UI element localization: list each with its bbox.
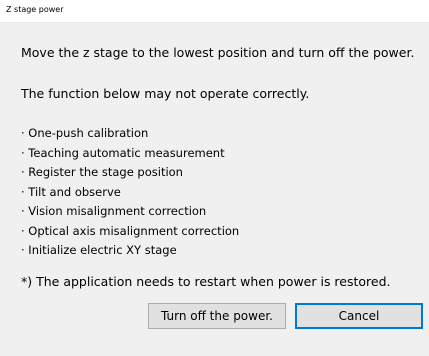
list-item: · Optical axis misalignment correction — [21, 223, 240, 238]
affected-functions-list: · One-push calibration · Teaching automa… — [21, 124, 239, 261]
list-item: · Teaching automatic measurement — [21, 145, 225, 160]
cancel-button[interactable]: Cancel — [295, 303, 423, 329]
list-item: · Tilt and observe — [21, 184, 121, 199]
restart-note: *) The application needs to restart when… — [21, 274, 391, 289]
list-item: · Register the stage position — [21, 165, 183, 179]
list-item: · Initialize electric XY stage — [21, 243, 177, 257]
instruction-message: Move the z stage to the lowest position … — [21, 45, 415, 60]
turn-off-power-button[interactable]: Turn off the power. — [148, 303, 286, 329]
warning-message: The function below may not operate corre… — [21, 86, 310, 101]
list-item: · One-push calibration — [21, 126, 149, 140]
list-item: · Vision misalignment correction — [21, 204, 207, 218]
window-title: Z stage power — [6, 5, 64, 14]
z-stage-power-dialog: Z stage power Move the z stage to the lo… — [0, 0, 429, 356]
title-bar[interactable]: Z stage power — [0, 0, 429, 23]
